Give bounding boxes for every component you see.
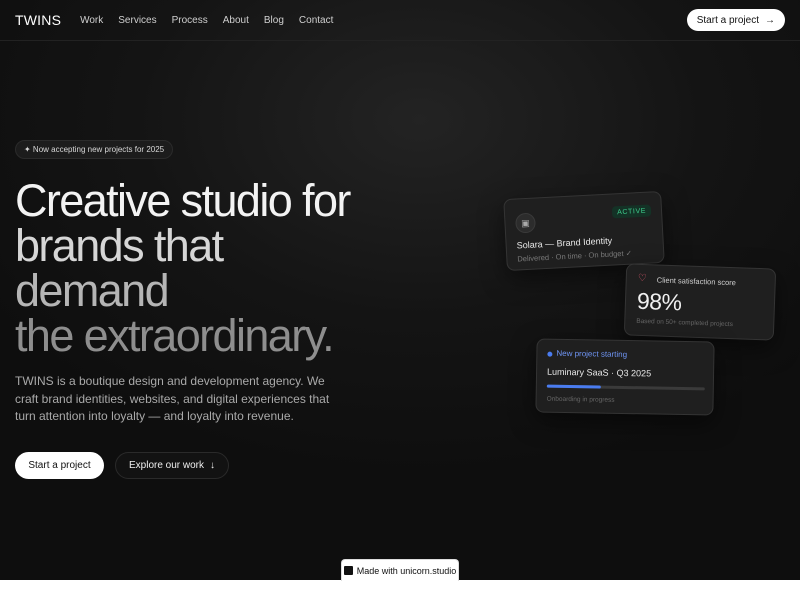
- hero-title-line: brands that: [15, 220, 224, 271]
- top-nav: TWINS Work Services Process About Blog C…: [0, 0, 800, 41]
- status-dot-icon: [547, 351, 553, 357]
- nav-link-about[interactable]: About: [223, 15, 249, 26]
- explore-work-label: Explore our work: [128, 460, 205, 471]
- satisfaction-score: 98%: [636, 287, 682, 316]
- new-project-card: New project starting Luminary SaaS · Q3 …: [535, 338, 715, 416]
- satisfaction-subtitle: Based on 50+ completed projects: [636, 317, 734, 329]
- project-card-subtitle: Delivered · On time · On budget ✓: [517, 248, 633, 264]
- nav-cta-label: Start a project: [696, 14, 759, 26]
- image-icon: ▣: [514, 212, 537, 234]
- made-with-label: Made with unicorn.studio: [356, 565, 457, 576]
- satisfaction-card: ♡ Client satisfaction score 98% Based on…: [623, 263, 777, 341]
- new-project-label: New project starting: [556, 348, 628, 360]
- nav-link-process[interactable]: Process: [172, 15, 208, 26]
- status-badge: ACTIVE: [611, 204, 652, 219]
- made-with-badge[interactable]: Made with unicorn.studio: [341, 559, 459, 581]
- availability-badge: ✦ Now accepting new projects for 2025: [15, 140, 174, 159]
- new-project-title: Luminary SaaS · Q3 2025: [546, 366, 652, 379]
- arrow-down-icon: ↓: [210, 460, 216, 471]
- project-card-title: Solara — Brand Identity: [516, 235, 613, 251]
- progress-bar: [546, 384, 705, 391]
- explore-work-button[interactable]: Explore our work ↓: [115, 452, 229, 479]
- hero-title: Creative studio for brands that demand t…: [15, 178, 435, 358]
- hero-section: TWINS Work Services Process About Blog C…: [0, 0, 800, 580]
- nav-links: Work Services Process About Blog Contact: [80, 15, 348, 26]
- nav-start-project-button[interactable]: Start a project →: [686, 9, 785, 31]
- nav-link-services[interactable]: Services: [118, 15, 156, 26]
- logo[interactable]: TWINS: [15, 12, 61, 28]
- arrow-right-icon: →: [765, 14, 775, 26]
- heart-icon: ♡: [637, 272, 647, 285]
- project-card: ▣ ACTIVE Solara — Brand Identity Deliver…: [503, 190, 665, 272]
- hero-title-line: demand: [15, 265, 170, 316]
- nav-link-blog[interactable]: Blog: [264, 15, 284, 26]
- hero-description: TWINS is a boutique design and developme…: [15, 374, 330, 423]
- nav-link-work[interactable]: Work: [80, 15, 103, 26]
- nav-link-contact[interactable]: Contact: [299, 15, 333, 26]
- hero-title-line: Creative studio for: [15, 175, 351, 226]
- satisfaction-label: Client satisfaction score: [656, 275, 737, 288]
- unicorn-logo-icon: [343, 566, 353, 575]
- new-project-subtitle: Onboarding in progress: [546, 395, 615, 404]
- progress-fill: [546, 384, 601, 389]
- hero-title-line: the extraordinary.: [15, 310, 335, 361]
- start-project-button[interactable]: Start a project: [15, 452, 104, 479]
